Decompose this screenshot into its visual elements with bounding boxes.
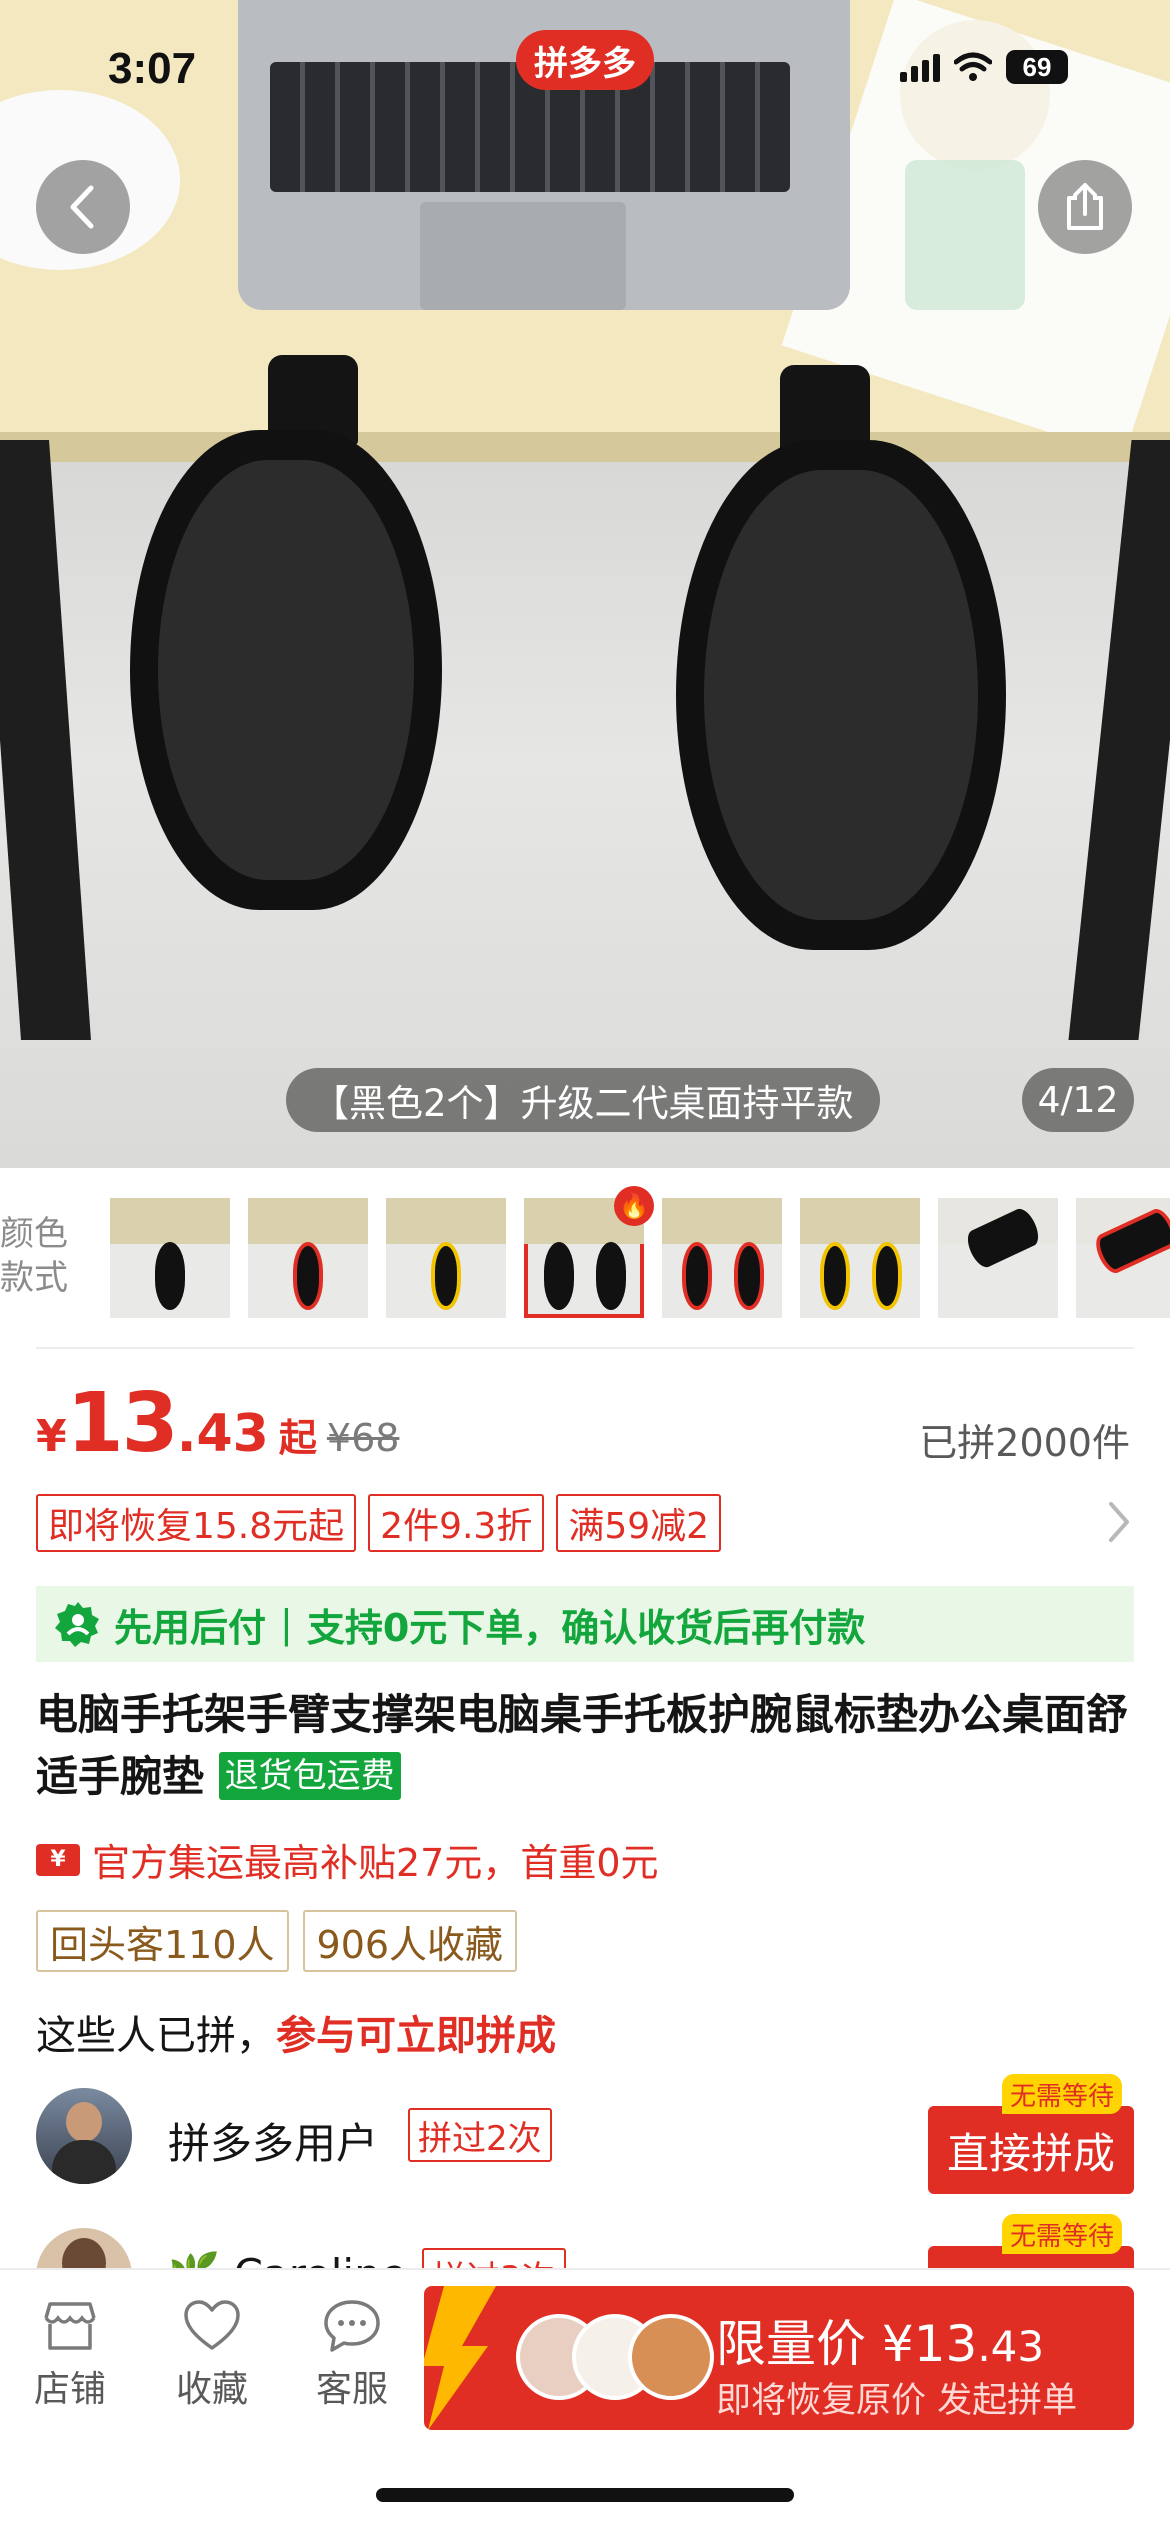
variant-thumb[interactable] <box>386 1198 506 1318</box>
product-title: 电脑手托架手臂支撑架电脑桌手托板护腕鼠标垫办公桌面舒适手腕垫 退货包运费 <box>36 1684 1146 1808</box>
repeat-buyers-tag: 回头客110人 <box>36 1910 289 1972</box>
avatar <box>36 2088 132 2184</box>
variant-thumb[interactable] <box>1076 1198 1170 1318</box>
price-decimal: .43 <box>176 1404 269 1464</box>
coupon-icon: ¥ <box>36 1843 80 1876</box>
image-flower <box>900 20 1050 170</box>
favorite-button[interactable]: 收藏 <box>152 2298 272 2412</box>
group-buy-row: 拼多多用户 拼过2次 直接拼成 无需等待 <box>36 2074 1134 2194</box>
variant-thumb[interactable] <box>662 1198 782 1318</box>
home-indicator <box>376 2488 794 2502</box>
chevron-left-icon <box>70 185 94 229</box>
store-button[interactable]: 店铺 <box>10 2298 130 2412</box>
price-currency: ¥ <box>36 1411 67 1462</box>
chat-icon <box>324 2300 380 2352</box>
limited-price: 限量价 ¥13.43 <box>716 2315 1045 2373</box>
hot-badge-icon: 🔥 <box>614 1186 654 1226</box>
promo-tag: 满59减2 <box>556 1494 722 1552</box>
variant-thumb[interactable] <box>248 1198 368 1318</box>
pay-later-title: 先用后付 <box>114 1605 267 1650</box>
service-label: 客服 <box>315 2369 388 2410</box>
image-caption: 【黑色2个】升级二代桌面持平款 <box>286 1068 880 1132</box>
store-icon <box>44 2302 96 2350</box>
avatar <box>628 2314 714 2400</box>
image-armrest-left-pad <box>158 460 414 880</box>
variant-label: 颜色 款式 <box>0 1214 68 1298</box>
promo-tag: 2件9.3折 <box>368 1494 545 1552</box>
variant-thumb[interactable] <box>110 1198 230 1318</box>
wifi-icon <box>954 52 992 81</box>
image-armrest-right-pad <box>704 470 978 920</box>
variant-thumb[interactable] <box>800 1198 920 1318</box>
group-buy-times: 拼过2次 <box>408 2108 552 2162</box>
group-buy-heading: 这些人已拼，参与可立即拼成 <box>36 2013 556 2059</box>
favorite-label: 收藏 <box>175 2369 248 2410</box>
battery-icon: 69 <box>1006 50 1068 84</box>
customer-service-button[interactable]: 客服 <box>292 2298 412 2412</box>
shipping-subsidy[interactable]: ¥ 官方集运最高补贴27元，首重0元 <box>36 1832 659 1887</box>
original-price: ¥68 <box>326 1416 400 1460</box>
group-buyer-name: 拼多多用户 <box>168 2119 379 2168</box>
status-icons: 69 <box>900 50 1068 84</box>
image-counter: 4/12 <box>1022 1068 1134 1132</box>
share-icon <box>1067 183 1103 230</box>
signal-icon <box>900 52 940 82</box>
divider <box>36 1347 1134 1349</box>
price-integer: 13 <box>66 1376 179 1471</box>
price-suffix: 起 <box>278 1416 317 1460</box>
back-button[interactable] <box>36 160 130 254</box>
product-image-carousel[interactable]: 3:07 拼多多 69 【黑色2个】升级二代桌面持平款 4/12 <box>0 0 1170 1168</box>
pay-later-desc: 支持0元下单，确认收货后再付款 <box>306 1605 866 1650</box>
image-table-edge <box>0 432 1170 462</box>
pdd-logo: 拼多多 <box>516 30 654 90</box>
no-wait-badge: 无需等待 <box>1002 2074 1123 2114</box>
image-table-leg <box>1068 440 1170 1040</box>
promo-tag: 即将恢复15.8元起 <box>36 1494 357 1552</box>
buyer-avatars <box>516 2314 716 2404</box>
favorites-tag: 906人收藏 <box>302 1910 518 1972</box>
heart-icon <box>184 2300 240 2350</box>
sold-count: 已拼2000件 <box>919 1421 1130 1465</box>
pay-later-icon <box>55 1602 99 1647</box>
price-block: ¥ 13 .43 起 ¥68 <box>36 1376 399 1471</box>
variant-thumb[interactable] <box>938 1198 1058 1318</box>
image-trackpad <box>420 202 626 310</box>
lightning-icon <box>424 2286 496 2430</box>
product-title-text: 电脑手托架手臂支撑架电脑桌手托板护腕鼠标垫办公桌面舒适手腕垫 <box>36 1690 1129 1801</box>
buy-subtext: 即将恢复原价 发起拼单 <box>716 2381 1078 2421</box>
social-tags: 回头客110人 906人收藏 <box>36 1910 518 1972</box>
start-group-buy-button[interactable]: 限量价 ¥13.43 即将恢复原价 发起拼单 <box>424 2286 1134 2430</box>
chevron-right-icon[interactable] <box>1106 1500 1132 1544</box>
status-time: 3:07 <box>108 44 197 93</box>
pay-later-separator: | <box>280 1602 293 1646</box>
pay-later-banner[interactable]: 先用后付 | 支持0元下单，确认收货后再付款 <box>36 1586 1134 1662</box>
promo-tags[interactable]: 即将恢复15.8元起 2件9.3折 满59减2 <box>36 1494 722 1552</box>
store-label: 店铺 <box>33 2369 106 2410</box>
join-group-button[interactable]: 直接拼成 <box>928 2106 1134 2194</box>
share-button[interactable] <box>1038 160 1132 254</box>
image-vase <box>905 160 1025 310</box>
return-shipping-badge: 退货包运费 <box>218 1752 401 1800</box>
no-wait-badge: 无需等待 <box>1002 2214 1123 2254</box>
subsidy-text: 官方集运最高补贴27元，首重0元 <box>92 1841 659 1885</box>
image-table-leg <box>0 440 91 1040</box>
variant-strip: 颜色 款式 🔥 <box>0 1168 1170 1336</box>
